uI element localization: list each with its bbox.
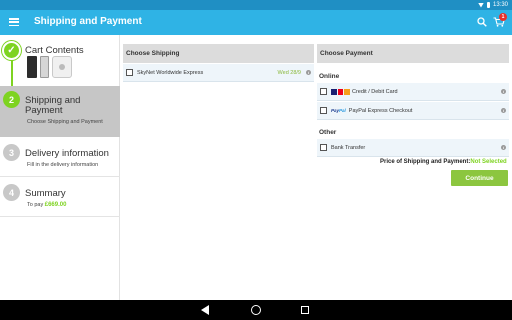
step-number: 3 <box>3 144 20 161</box>
step-sublabel: Fill in the delivery information <box>27 162 99 168</box>
shipping-checkbox[interactable] <box>126 69 133 76</box>
step-label: Delivery information <box>25 148 109 159</box>
step-number: 2 <box>3 91 20 108</box>
shipping-header: Choose Shipping <box>123 44 314 63</box>
home-icon[interactable] <box>251 305 261 315</box>
payment-header: Choose Payment <box>317 44 509 63</box>
step-label: Summary <box>25 188 66 199</box>
cart-thumbnails <box>27 56 72 78</box>
step-summary[interactable]: 4 Summary To pay £669.00 <box>0 177 120 217</box>
step-shipping-payment[interactable]: 2 Shipping and Payment Choose Shipping a… <box>0 86 120 137</box>
price-label: Price of Shipping and Payment: <box>380 159 471 165</box>
to-pay-amount: £669.00 <box>44 202 67 208</box>
info-icon[interactable]: i <box>501 108 506 113</box>
step-number: 4 <box>3 184 20 201</box>
adapter-thumbnail <box>52 56 72 78</box>
status-time: 13:30 <box>492 2 508 8</box>
system-nav-bar <box>0 300 512 320</box>
info-icon[interactable]: i <box>501 89 506 94</box>
phone-thumbnail <box>40 56 49 78</box>
step-cart-contents[interactable]: ✓ Cart Contents <box>0 35 120 86</box>
payment-group-other: Other <box>319 129 337 136</box>
info-icon[interactable]: i <box>501 145 506 150</box>
payment-option-card[interactable]: Credit / Debit Card i <box>317 83 509 101</box>
menu-icon[interactable] <box>9 18 19 26</box>
to-pay-label: To pay <box>27 202 44 208</box>
shipping-payment-price: Price of Shipping and Payment:Not Select… <box>380 159 507 165</box>
payment-group-online: Online <box>319 73 340 80</box>
battery-icon <box>486 2 490 8</box>
info-icon[interactable]: i <box>306 70 311 75</box>
check-icon: ✓ <box>2 41 21 60</box>
step-delivery-information[interactable]: 3 Delivery information Fill in the deliv… <box>0 137 120 177</box>
payment-option-paypal[interactable]: PayPal PayPal Express Checkout i <box>317 102 509 120</box>
payment-option-label: Credit / Debit Card <box>352 88 398 95</box>
phone-thumbnail <box>27 56 37 78</box>
payment-checkbox[interactable] <box>320 144 327 151</box>
step-sublabel: To pay £669.00 <box>27 202 66 208</box>
recent-apps-icon[interactable] <box>301 306 309 314</box>
price-value: Not Selected <box>470 159 507 165</box>
status-bar: 13:30 <box>0 0 512 10</box>
paypal-logo-icon: PayPal <box>331 108 346 113</box>
shipping-option-label: SkyNet Worldwide Express <box>137 69 204 76</box>
back-icon[interactable] <box>201 305 209 315</box>
payment-option-label: Bank Transfer <box>331 144 366 151</box>
app-bar: Shipping and Payment 1 <box>0 10 512 35</box>
step-label: Shipping and Payment <box>25 95 81 116</box>
payment-checkbox[interactable] <box>320 107 327 114</box>
step-sublabel: Choose Shipping and Payment <box>27 119 103 125</box>
card-logos-icon <box>331 88 351 95</box>
payment-option-label: PayPal Express Checkout <box>348 107 413 114</box>
shipping-option[interactable]: SkyNet Worldwide Express Wed 28/9 i <box>123 64 314 82</box>
step-label: Cart Contents <box>25 45 84 56</box>
shipping-date: Wed 28/9 <box>277 69 301 76</box>
search-icon[interactable] <box>477 17 487 27</box>
payment-option-bank-transfer[interactable]: Bank Transfer i <box>317 139 509 157</box>
checkout-stepper: ✓ Cart Contents 2 Shipping and Payment C… <box>0 35 120 300</box>
page-title: Shipping and Payment <box>34 16 142 27</box>
payment-checkbox[interactable] <box>320 88 327 95</box>
continue-button[interactable]: Continue <box>451 170 508 186</box>
wifi-icon <box>477 2 484 8</box>
cart-badge: 1 <box>499 13 507 21</box>
